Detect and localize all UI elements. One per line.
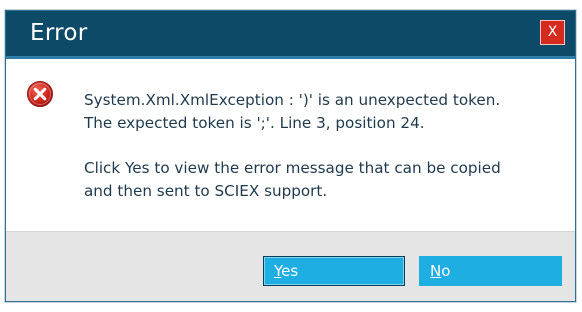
yes-label-rest: es (281, 262, 299, 280)
error-icon (27, 81, 53, 107)
no-button[interactable]: No (419, 256, 562, 286)
yes-button[interactable]: Yes (263, 256, 405, 286)
dialog-title: Error (30, 20, 88, 46)
error-dialog: Error X System.Xml.XmlException : ')' is… (5, 10, 576, 302)
no-accelerator: N (430, 262, 442, 280)
dialog-titlebar: Error X (6, 11, 575, 59)
dialog-content: System.Xml.XmlException : ')' is an unex… (6, 59, 575, 231)
error-message: System.Xml.XmlException : ')' is an unex… (84, 89, 564, 203)
prompt-line-2: and then sent to SCIEX support. (84, 182, 328, 200)
exception-line-2: The expected token is ';'. Line 3, posit… (84, 114, 425, 132)
dialog-footer: Yes No (6, 231, 575, 301)
exception-line-1: System.Xml.XmlException : ')' is an unex… (84, 91, 501, 109)
prompt-text: Click Yes to view the error message that… (84, 157, 564, 203)
no-label-rest: o (441, 262, 451, 280)
prompt-line-1: Click Yes to view the error message that… (84, 159, 501, 177)
close-icon: X (547, 24, 558, 40)
exception-text: System.Xml.XmlException : ')' is an unex… (84, 89, 564, 135)
close-button[interactable]: X (540, 20, 565, 45)
